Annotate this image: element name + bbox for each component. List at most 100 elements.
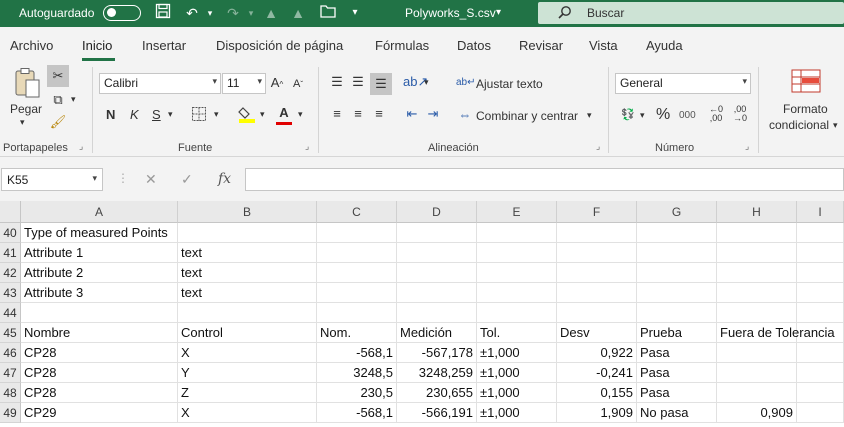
column-header-g[interactable]: G — [637, 201, 717, 223]
cell-i40[interactable] — [797, 223, 844, 243]
customize-toolbar-icon[interactable]: ▾ — [345, 3, 365, 23]
row-header[interactable]: 44 — [0, 303, 21, 323]
cell-h49[interactable]: 0,909 — [717, 403, 797, 423]
cell-i41[interactable] — [797, 243, 844, 263]
cell-f48[interactable]: 0,155 — [557, 383, 637, 403]
cell-c46[interactable]: -568,1 — [317, 343, 397, 363]
redo-icon[interactable]: ↷ — [223, 3, 243, 23]
decrease-indent-icon[interactable]: ⇤ — [403, 105, 421, 123]
cell-b40[interactable] — [178, 223, 317, 243]
number-format-select[interactable]: General ▾ — [615, 73, 751, 94]
align-top-icon[interactable]: ☰ — [328, 73, 346, 91]
fill-color-dropdown-icon[interactable]: ▾ — [260, 109, 265, 120]
column-header-b[interactable]: B — [178, 201, 317, 223]
increase-font-size-icon[interactable]: A^ — [268, 74, 286, 92]
cell-e46[interactable]: ±1,000 — [477, 343, 557, 363]
copy-icon[interactable]: ⧉ — [49, 91, 67, 109]
italic-button[interactable]: K — [130, 107, 139, 122]
font-color-icon[interactable]: A — [275, 104, 293, 125]
alignment-launcher-icon[interactable]: ⌟ — [596, 141, 600, 152]
orientation-icon[interactable]: ab↗ — [403, 73, 428, 91]
cell-f46[interactable]: 0,922 — [557, 343, 637, 363]
currency-icon[interactable]: 💱 — [619, 106, 637, 124]
cell-b46[interactable]: X — [178, 343, 317, 363]
cell-d47[interactable]: 3248,259 — [397, 363, 477, 383]
cell-i46[interactable] — [797, 343, 844, 363]
bold-button[interactable]: N — [106, 107, 115, 122]
cell-g41[interactable] — [637, 243, 717, 263]
cell-h44[interactable] — [717, 303, 797, 323]
font-name-select[interactable]: Calibri ▾ — [99, 73, 221, 94]
cell-f47[interactable]: -0,241 — [557, 363, 637, 383]
filename-dropdown-icon[interactable]: ▾ — [496, 7, 501, 18]
conditional-format-dropdown-icon[interactable]: ▾ — [833, 120, 838, 131]
formula-input[interactable] — [245, 168, 844, 191]
cell-f42[interactable] — [557, 263, 637, 283]
row-header[interactable]: 49 — [0, 403, 21, 423]
cell-d46[interactable]: -567,178 — [397, 343, 477, 363]
tab-formulas[interactable]: Fórmulas — [375, 38, 429, 53]
cell-e40[interactable] — [477, 223, 557, 243]
cell-g43[interactable] — [637, 283, 717, 303]
cell-e48[interactable]: ±1,000 — [477, 383, 557, 403]
font-launcher-icon[interactable]: ⌟ — [305, 141, 309, 152]
format-painter-icon[interactable]: 🖌 — [49, 113, 67, 131]
cell-f49[interactable]: 1,909 — [557, 403, 637, 423]
tab-archivo[interactable]: Archivo — [10, 38, 53, 53]
cell-c43[interactable] — [317, 283, 397, 303]
cell-i43[interactable] — [797, 283, 844, 303]
undo-dropdown-icon[interactable]: ▾ — [200, 3, 220, 23]
column-header-h[interactable]: H — [717, 201, 797, 223]
cell-g49[interactable]: No pasa — [637, 403, 717, 423]
underline-dropdown-icon[interactable]: ▾ — [168, 109, 173, 120]
cell-a47[interactable]: CP28 — [21, 363, 178, 383]
cell-h48[interactable] — [717, 383, 797, 403]
open-folder-icon[interactable] — [318, 3, 338, 23]
cell-e45[interactable]: Tol. — [477, 323, 557, 343]
orientation-dropdown-icon[interactable]: ▾ — [424, 77, 429, 88]
cell-b43[interactable]: text — [178, 283, 317, 303]
increase-decimal-icon[interactable]: ←0,00 — [707, 105, 725, 123]
cell-a41[interactable]: Attribute 1 — [21, 243, 178, 263]
font-size-select[interactable]: 11 ▾ — [222, 73, 266, 94]
wrap-text-button[interactable]: Ajustar texto — [476, 77, 543, 91]
cell-c40[interactable] — [317, 223, 397, 243]
cell-b41[interactable]: text — [178, 243, 317, 263]
cell-d48[interactable]: 230,655 — [397, 383, 477, 403]
cell-g44[interactable] — [637, 303, 717, 323]
search-box[interactable]: Buscar — [538, 2, 844, 24]
cell-a40[interactable]: Type of measured Points — [21, 223, 178, 243]
cell-i42[interactable] — [797, 263, 844, 283]
row-header[interactable]: 43 — [0, 283, 21, 303]
conditional-format-label-2[interactable]: condicional — [769, 118, 829, 132]
cell-a43[interactable]: Attribute 3 — [21, 283, 178, 303]
cell-c48[interactable]: 230,5 — [317, 383, 397, 403]
cell-a48[interactable]: CP28 — [21, 383, 178, 403]
column-header-d[interactable]: D — [397, 201, 477, 223]
cell-i45[interactable] — [797, 323, 844, 343]
cell-a45[interactable]: Nombre — [21, 323, 178, 343]
paste-label[interactable]: Pegar — [10, 102, 42, 116]
cell-i47[interactable] — [797, 363, 844, 383]
tab-disposicion-pagina[interactable]: Disposición de página — [216, 38, 343, 53]
tab-ayuda[interactable]: Ayuda — [646, 38, 683, 53]
paste-dropdown-icon[interactable]: ▾ — [20, 117, 25, 128]
cell-f41[interactable] — [557, 243, 637, 263]
cell-b44[interactable] — [178, 303, 317, 323]
column-header-i[interactable]: I — [797, 201, 844, 223]
save-icon[interactable] — [153, 3, 173, 23]
cell-h41[interactable] — [717, 243, 797, 263]
cell-h45[interactable]: Fuera de Tolerancia — [717, 323, 835, 343]
sort-ascending-icon[interactable]: ▲ — [261, 3, 281, 23]
cell-d43[interactable] — [397, 283, 477, 303]
tab-vista[interactable]: Vista — [589, 38, 618, 53]
paste-icon[interactable] — [12, 67, 42, 99]
increase-indent-icon[interactable]: ⇥ — [424, 105, 442, 123]
tab-insertar[interactable]: Insertar — [142, 38, 186, 53]
cell-f45[interactable]: Desv — [557, 323, 637, 343]
wrap-text-icon[interactable]: ab↵ — [456, 74, 476, 92]
insert-function-icon[interactable]: fx — [218, 171, 231, 187]
merge-dropdown-icon[interactable]: ▾ — [587, 110, 592, 121]
cell-h46[interactable] — [717, 343, 797, 363]
cell-e42[interactable] — [477, 263, 557, 283]
